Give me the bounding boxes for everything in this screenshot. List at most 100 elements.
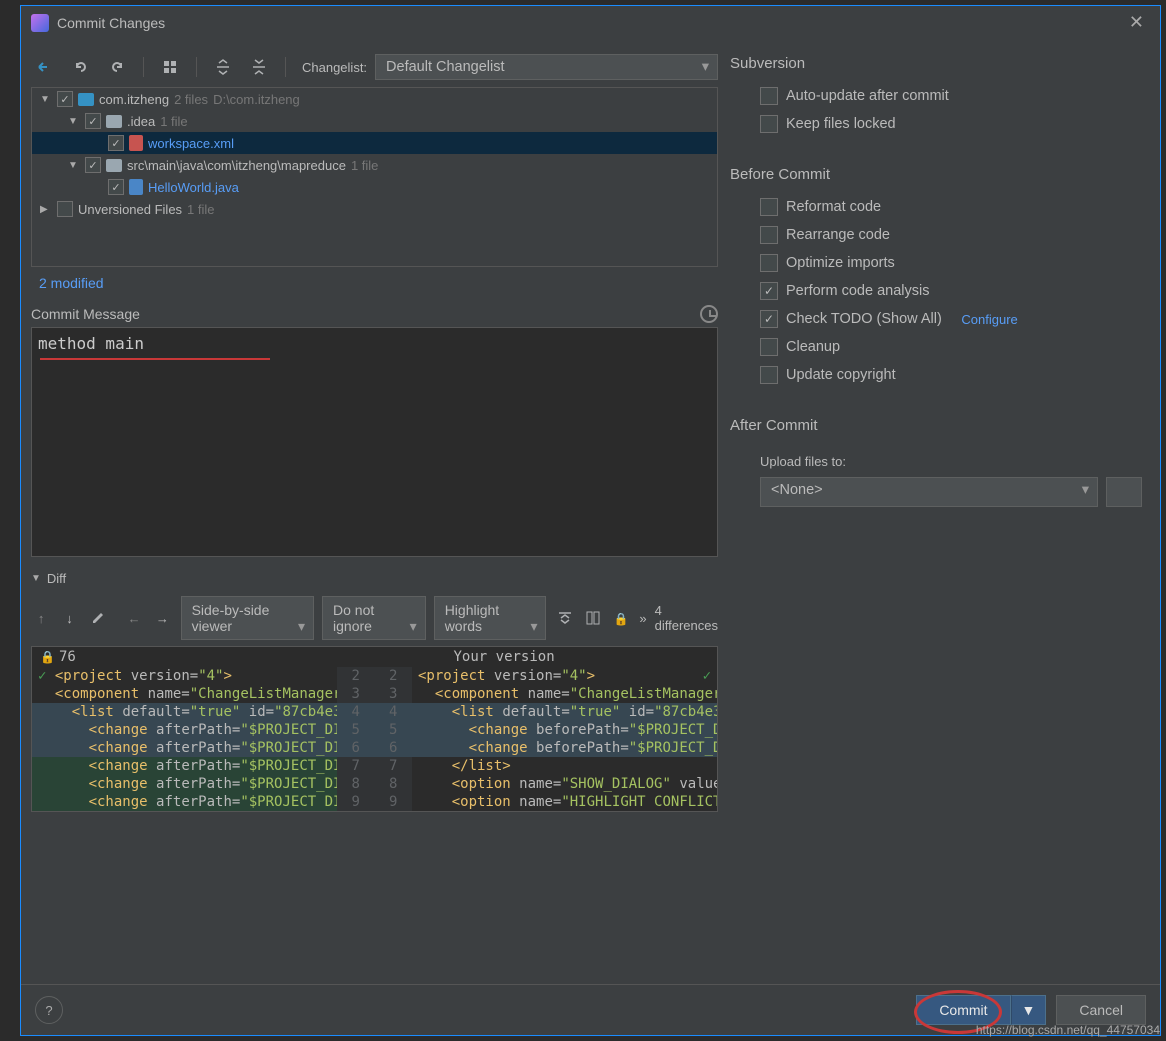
tree-file-label: HelloWorld.java xyxy=(148,180,239,195)
checkbox[interactable]: ✓ xyxy=(108,179,124,195)
tree-row-root[interactable]: ▼ ✓ com.itzheng 2 files D:\com.itzheng xyxy=(32,88,717,110)
checkbox[interactable] xyxy=(760,198,778,216)
diff-header[interactable]: ▼ Diff xyxy=(31,567,718,590)
opt-analysis[interactable]: Perform code analysis xyxy=(730,277,1142,305)
diff-count: 4 differences xyxy=(655,603,718,633)
next-file-icon[interactable]: ↓ xyxy=(59,605,79,631)
code-row: <change afterPath="$PROJECT_DIR$/ 77 </l… xyxy=(32,757,717,775)
opt-copyright[interactable]: Update copyright xyxy=(730,361,1142,389)
undo-icon[interactable] xyxy=(67,53,95,81)
tree-row-src[interactable]: ▼ ✓ src\main\java\com\itzheng\mapreduce … xyxy=(32,154,717,176)
changelist-select[interactable]: Default Changelist xyxy=(375,54,718,80)
opt-optimize[interactable]: Optimize imports xyxy=(730,249,1142,277)
checkbox[interactable]: ✓ xyxy=(57,91,73,107)
opt-auto-update[interactable]: Auto-update after commit xyxy=(730,82,1142,110)
code-row: <list default="true" id="87cb4e37-b 44 <… xyxy=(32,703,717,721)
configure-link[interactable]: Configure xyxy=(961,312,1017,327)
commit-button[interactable]: Commit xyxy=(916,995,1010,1025)
checkbox[interactable] xyxy=(760,338,778,356)
changes-toolbar: Changelist: Default Changelist xyxy=(31,47,718,87)
redo-icon[interactable] xyxy=(103,53,131,81)
chevron-down-icon[interactable]: ▼ xyxy=(68,116,80,127)
sync-scroll-icon[interactable] xyxy=(583,605,603,631)
checkbox[interactable] xyxy=(760,87,778,105)
opt-todo[interactable]: Check TODO (Show All) Configure xyxy=(730,305,1142,333)
diff-section: ▼ Diff ↑ ↓ ← → Side-by-side viewer Do no… xyxy=(31,567,718,812)
tree-label: .idea xyxy=(127,114,155,129)
ignore-select[interactable]: Do not ignore xyxy=(322,596,426,640)
chevron-down-icon[interactable]: ▼ xyxy=(40,94,52,105)
view-mode-select[interactable]: Side-by-side viewer xyxy=(181,596,314,640)
code-row: <change afterPath="$PROJECT_DIR$/ 66 <ch… xyxy=(32,739,717,757)
tree-file-label: workspace.xml xyxy=(148,136,234,151)
watermark: https://blog.csdn.net/qq_44757034 xyxy=(976,1023,1160,1037)
checkbox[interactable]: ✓ xyxy=(108,135,124,151)
back-arrow-icon[interactable]: ← xyxy=(124,605,144,631)
diff-titles: 76 Your version xyxy=(32,647,717,667)
opt-cleanup[interactable]: Cleanup xyxy=(730,333,1142,361)
folder-icon xyxy=(106,159,122,172)
code-row: ✓ <project version="4"> 22 <project vers… xyxy=(32,667,717,685)
tree-info: 1 file xyxy=(187,202,214,217)
help-icon[interactable]: ? xyxy=(35,996,63,1024)
upload-select[interactable]: <None> xyxy=(760,477,1098,507)
commit-dialog: Commit Changes ✕ Changelist: Default Cha… xyxy=(20,5,1161,1036)
after-commit-header: After Commit xyxy=(730,417,1142,434)
content-area: Changelist: Default Changelist ▼ ✓ com.i… xyxy=(21,39,1160,984)
tree-row-idea[interactable]: ▼ ✓ .idea 1 file xyxy=(32,110,717,132)
highlight-select[interactable]: Highlight words xyxy=(434,596,547,640)
opt-keep-locked[interactable]: Keep files locked xyxy=(730,110,1142,138)
collapse-unchanged-icon[interactable] xyxy=(554,605,574,631)
collapse-icon[interactable] xyxy=(245,53,273,81)
close-icon[interactable]: ✕ xyxy=(1123,12,1150,33)
diff-view: 76 Your version ✓ <project version="4"> … xyxy=(31,646,718,812)
subversion-header: Subversion xyxy=(730,55,1142,72)
left-column: Changelist: Default Changelist ▼ ✓ com.i… xyxy=(31,47,718,976)
tree-info: 1 file xyxy=(351,158,378,173)
lock-icon[interactable] xyxy=(611,605,631,631)
group-icon[interactable] xyxy=(156,53,184,81)
chevron-down-icon[interactable]: ▼ xyxy=(68,160,80,171)
before-commit-header: Before Commit xyxy=(730,166,1142,183)
checkbox[interactable] xyxy=(760,226,778,244)
commit-message-input[interactable] xyxy=(32,328,717,378)
upload-label: Upload files to: xyxy=(730,454,1142,469)
checkbox[interactable] xyxy=(760,282,778,300)
code-row: <change afterPath="$PROJECT DIR$/ 99 <op… xyxy=(32,793,717,811)
opt-rearrange[interactable]: Rearrange code xyxy=(730,221,1142,249)
tree-path: D:\com.itzheng xyxy=(213,92,300,107)
checkbox[interactable] xyxy=(760,115,778,133)
checkbox[interactable] xyxy=(760,254,778,272)
code-row: <change afterPath="$PROJECT_DIR$/ 55 <ch… xyxy=(32,721,717,739)
code-row: <change afterPath="$PROJECT_DIR$/ 88 <op… xyxy=(32,775,717,793)
checkbox[interactable]: ✓ xyxy=(85,157,101,173)
tree-row-unversioned[interactable]: ▶ Unversioned Files 1 file xyxy=(32,198,717,220)
forward-arrow-icon[interactable]: → xyxy=(152,605,172,631)
diff-toolbar: ↑ ↓ ← → Side-by-side viewer Do not ignor… xyxy=(31,590,718,646)
opt-reformat[interactable]: Reformat code xyxy=(730,193,1142,221)
chevron-down-icon[interactable]: ▼ xyxy=(31,573,41,584)
expand-icon[interactable] xyxy=(209,53,237,81)
rev-right: Your version xyxy=(454,649,718,665)
diff-label: Diff xyxy=(47,571,66,586)
commit-dropdown-button[interactable]: ▼ xyxy=(1011,995,1047,1025)
commit-message-box[interactable] xyxy=(31,327,718,557)
history-icon[interactable] xyxy=(700,305,718,323)
tree-row-hello[interactable]: ✓ HelloWorld.java xyxy=(32,176,717,198)
tree-label: src\main\java\com\itzheng\mapreduce xyxy=(127,158,346,173)
chevron-right-icon[interactable]: ▶ xyxy=(40,204,52,215)
checkbox[interactable] xyxy=(760,366,778,384)
changelist-label: Changelist: xyxy=(302,60,367,75)
tree-label: Unversioned Files xyxy=(78,202,182,217)
checkbox[interactable]: ✓ xyxy=(85,113,101,129)
refresh-icon[interactable] xyxy=(31,53,59,81)
edit-icon[interactable] xyxy=(88,605,108,631)
cancel-button[interactable]: Cancel xyxy=(1056,995,1146,1025)
changes-tree[interactable]: ▼ ✓ com.itzheng 2 files D:\com.itzheng ▼… xyxy=(31,87,718,267)
prev-file-icon[interactable]: ↑ xyxy=(31,605,51,631)
checkbox[interactable] xyxy=(57,201,73,217)
folder-icon xyxy=(106,115,122,128)
tree-row-workspace[interactable]: ✓ workspace.xml xyxy=(32,132,717,154)
checkbox[interactable] xyxy=(760,310,778,328)
upload-browse-button[interactable] xyxy=(1106,477,1142,507)
